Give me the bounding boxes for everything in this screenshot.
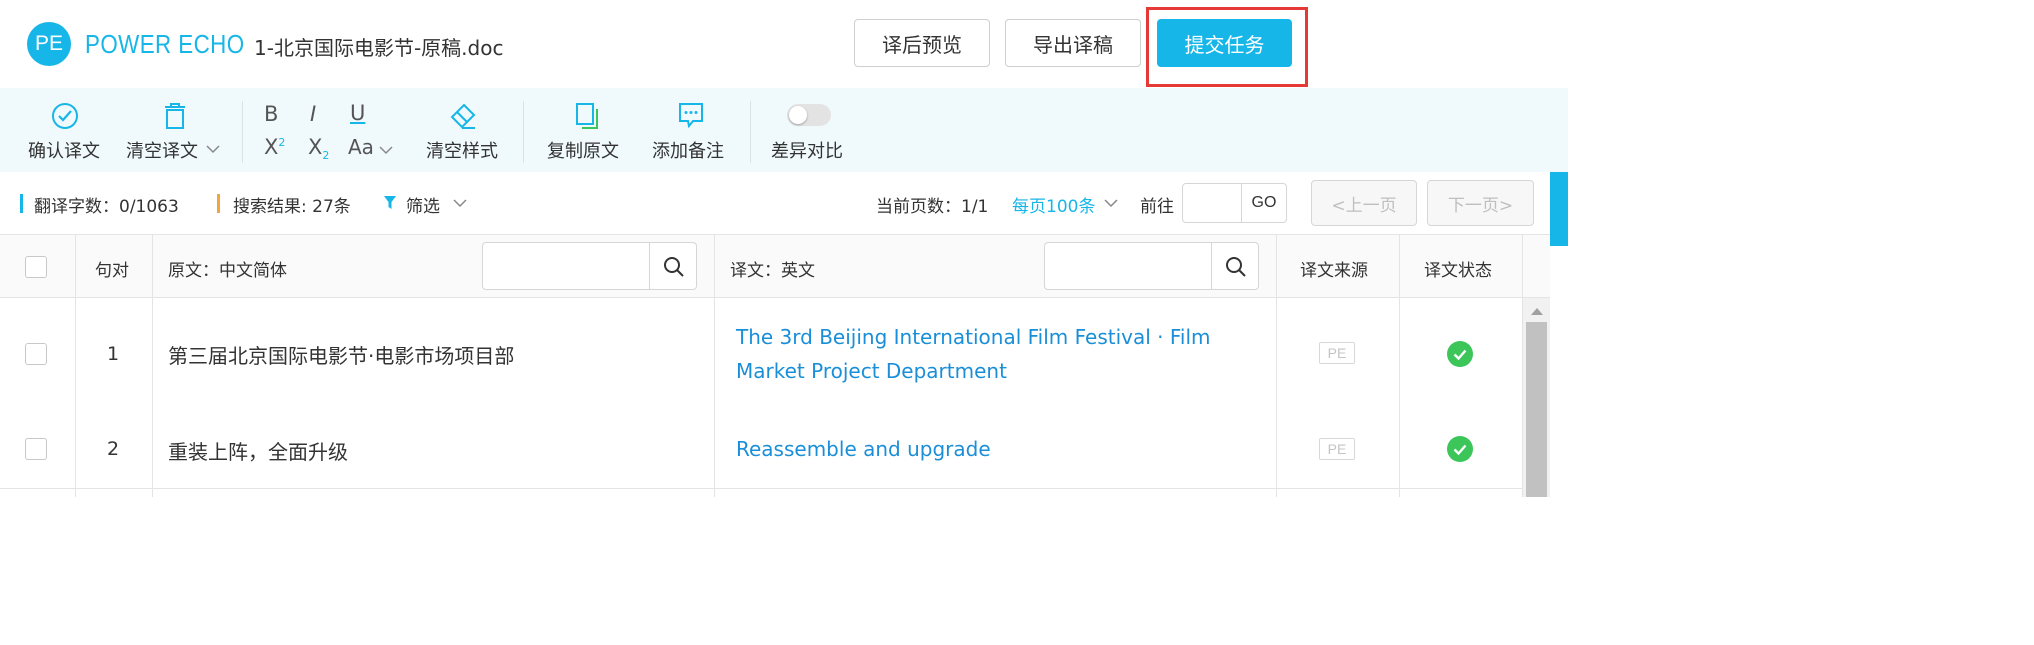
subscript-mark: 2 [322, 149, 330, 163]
source-search [482, 242, 697, 290]
clear-translation-label: 清空译文 [126, 141, 198, 162]
row-index: 1 [106, 343, 120, 365]
page-jump: GO [1182, 183, 1287, 223]
table-row[interactable]: 2 重装上阵，全面升级 Reassemble and upgrade PE [0, 410, 1522, 489]
go-button[interactable]: GO [1242, 184, 1286, 222]
target-search-input[interactable] [1045, 243, 1211, 289]
eraser-icon [450, 103, 476, 129]
target-text[interactable]: The 3rd Beijing International Film Festi… [736, 320, 1256, 388]
table-header: 句对 原文：中文简体 译文：英文 译文来源 译文状态 [0, 235, 1550, 298]
confirmed-status-icon [1447, 341, 1473, 367]
preview-button[interactable]: 译后预览 [854, 19, 990, 67]
target-text[interactable]: Reassemble and upgrade [736, 432, 1256, 466]
copy-source-button[interactable]: 复制原文 [546, 88, 626, 172]
underline-button[interactable]: U [350, 101, 365, 125]
table-row[interactable] [0, 489, 1522, 497]
check-icon [1453, 349, 1467, 361]
select-all-checkbox[interactable] [25, 256, 47, 278]
filter-icon [384, 196, 396, 209]
table-scrollbar-thumb[interactable] [1526, 322, 1547, 497]
page-scrollbar[interactable] [1550, 172, 1568, 497]
copy-icon [576, 103, 598, 129]
superscript-label: X [264, 135, 279, 159]
current-page: 当前页数：1/1 [876, 197, 989, 217]
diff-compare-label: 差异对比 [771, 141, 843, 162]
per-page-select[interactable]: 每页100条 [1012, 192, 1122, 217]
column-header-origin: 译文来源 [1300, 261, 1368, 281]
editor-toolbar: 确认译文 清空译文 B I U X2 X2 Aa 清空样式 复制原文 添加备注 … [0, 88, 1568, 172]
row-index: 2 [106, 438, 120, 460]
row-checkbox[interactable] [25, 343, 47, 365]
check-icon [1453, 444, 1467, 456]
status-bar: 翻译字数：0/1063 搜索结果: 27条 筛选 当前页数：1/1 每页100条… [0, 172, 1568, 235]
bold-button[interactable]: B [264, 102, 278, 126]
confirm-label: 确认译文 [28, 141, 100, 162]
source-text[interactable]: 第三届北京国际电影节·电影市场项目部 [168, 340, 514, 369]
table-row[interactable]: 1 第三届北京国际电影节·电影市场项目部 The 3rd Beijing Int… [0, 298, 1522, 411]
export-button[interactable]: 导出译稿 [1005, 19, 1141, 67]
clear-style-label: 清空样式 [426, 141, 498, 162]
origin-tag: PE [1319, 438, 1355, 460]
add-note-button[interactable]: 添加备注 [651, 88, 731, 172]
confirm-translation-button[interactable]: 确认译文 [24, 88, 106, 172]
prev-page-button[interactable]: <上一页 [1311, 180, 1417, 226]
subscript-button[interactable]: X2 [308, 135, 329, 162]
comment-icon [679, 103, 703, 129]
font-size-button[interactable]: Aa [348, 135, 374, 159]
trash-icon [165, 103, 185, 129]
column-header-target: 译文：英文 [730, 261, 815, 281]
page-number-input[interactable] [1183, 184, 1241, 222]
target-search [1044, 242, 1259, 290]
filter-label: 筛选 [406, 197, 440, 217]
toggle-knob [789, 106, 807, 124]
chevron-down-icon [453, 199, 467, 208]
chevron-down-icon [206, 145, 220, 154]
table-scrollbar[interactable] [1523, 298, 1550, 497]
page-scrollbar-thumb[interactable] [1550, 172, 1568, 246]
origin-tag: PE [1319, 342, 1355, 364]
scroll-up-arrow-icon[interactable] [1530, 306, 1544, 316]
search-icon[interactable] [663, 256, 685, 278]
column-header-status: 译文状态 [1424, 261, 1492, 281]
search-icon[interactable] [1225, 256, 1247, 278]
row-checkbox[interactable] [25, 438, 47, 460]
subscript-label: X [308, 135, 323, 159]
per-page-label: 每页100条 [1012, 197, 1096, 217]
highlight-box [1146, 7, 1308, 87]
column-header-pair: 句对 [95, 261, 129, 281]
check-circle-icon [52, 103, 78, 129]
document-title: 1-北京国际电影节-原稿.doc [254, 36, 504, 60]
add-note-label: 添加备注 [652, 141, 724, 162]
word-count: 翻译字数：0/1063 [34, 197, 179, 217]
diff-compare-toggle[interactable]: 差异对比 [770, 88, 850, 172]
goto-label: 前往 [1140, 197, 1174, 217]
superscript-mark: 2 [278, 136, 286, 149]
search-results-count: 搜索结果: 27条 [233, 197, 351, 217]
logo-text: POWER ECHO [85, 29, 245, 59]
italic-button[interactable]: I [310, 102, 316, 126]
copy-source-label: 复制原文 [547, 141, 619, 162]
source-search-input[interactable] [483, 243, 649, 289]
clear-style-button[interactable]: 清空样式 [424, 88, 504, 172]
column-header-source: 原文：中文简体 [168, 261, 287, 281]
chevron-down-icon [1104, 199, 1118, 208]
chevron-down-icon [379, 146, 393, 155]
app-header: PE POWER ECHO 1-北京国际电影节-原稿.doc 译后预览 导出译稿… [0, 0, 1568, 88]
source-text[interactable]: 重装上阵，全面升级 [168, 436, 348, 465]
next-page-button[interactable]: 下一页> [1427, 180, 1534, 226]
logo-mark: PE [27, 22, 71, 66]
toggle-track [787, 104, 831, 126]
clear-translation-button[interactable]: 清空译文 [124, 88, 224, 172]
confirmed-status-icon [1447, 436, 1473, 462]
superscript-button[interactable]: X2 [264, 135, 285, 159]
